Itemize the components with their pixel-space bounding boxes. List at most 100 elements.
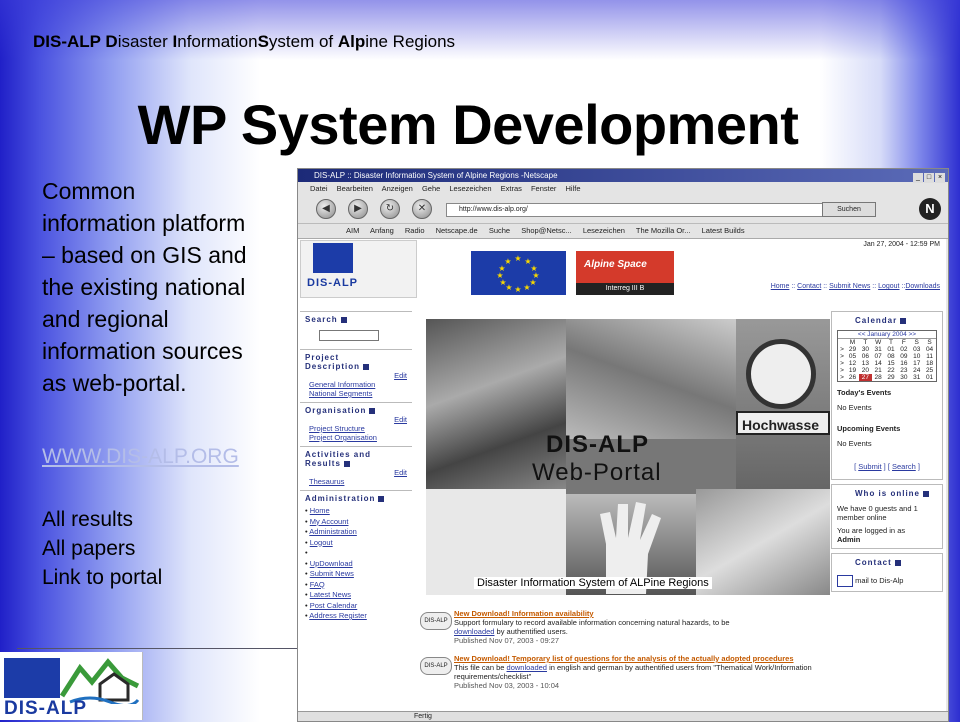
contact-text[interactable]: mail to Dis-Alp [855, 576, 903, 585]
back-icon[interactable]: ◀ [316, 199, 336, 219]
calendar-day[interactable]: 16 [897, 360, 910, 367]
bookmark-lesezeichen[interactable]: Lesezeichen [583, 226, 625, 235]
admin-link-latest-news[interactable]: Latest News [310, 590, 351, 599]
edit-link[interactable]: Edit [305, 415, 407, 424]
calendar-week-arrow[interactable]: > [838, 360, 846, 367]
calendar-day[interactable]: 07 [872, 353, 885, 360]
calendar-day[interactable]: 21 [872, 367, 885, 374]
bookmark-suche[interactable]: Suche [489, 226, 510, 235]
calendar-day[interactable]: 14 [872, 360, 885, 367]
calendar-day[interactable]: 01 [885, 346, 898, 353]
calendar-day[interactable]: 30 [897, 374, 910, 381]
menu-bearbeiten[interactable]: Bearbeiten [337, 184, 373, 193]
forward-icon[interactable]: ▶ [348, 199, 368, 219]
calendar-day[interactable]: 19 [846, 367, 859, 374]
link-national-segments[interactable]: National Segments [305, 389, 407, 398]
calendar-month-nav[interactable]: << January 2004 >> [838, 331, 936, 339]
url-field[interactable]: http://www.dis-alp.org/ [446, 203, 828, 217]
calendar-day[interactable]: 24 [910, 367, 923, 374]
bookmark-radio[interactable]: Radio [405, 226, 425, 235]
reload-icon[interactable]: ↻ [380, 199, 400, 219]
admin-link-faq[interactable]: FAQ [310, 580, 325, 589]
calendar-day[interactable]: 18 [923, 360, 936, 367]
calendar-day[interactable]: 11 [923, 353, 936, 360]
collapse-icon[interactable] [378, 495, 385, 502]
calendar-day[interactable]: 26 [846, 374, 859, 381]
calendar-week-arrow[interactable]: > [838, 346, 846, 353]
news-title[interactable]: New Download! Information availability [454, 609, 828, 618]
calendar-day[interactable]: 08 [885, 353, 898, 360]
bookmark-aim[interactable]: AIM [346, 226, 359, 235]
admin-link-submit-news[interactable]: Submit News [310, 569, 354, 578]
link-contact[interactable]: Contact [797, 283, 821, 290]
admin-link-logout[interactable]: Logout [310, 538, 333, 547]
calendar-search-link[interactable]: Search [892, 462, 916, 471]
menu-gehe[interactable]: Gehe [422, 184, 440, 193]
menu-lesezeichen[interactable]: Lesezeichen [449, 184, 491, 193]
link-project-structure[interactable]: Project Structure [305, 424, 407, 433]
news-download-link[interactable]: downloaded [507, 663, 547, 672]
admin-link-post-calendar[interactable]: Post Calendar [310, 601, 358, 610]
calendar-submit-link[interactable]: Submit [858, 462, 881, 471]
results-item[interactable]: All results [42, 505, 162, 534]
edit-link[interactable]: Edit [305, 468, 407, 477]
admin-link-address-register[interactable]: Address Register [309, 611, 367, 620]
menu-extras[interactable]: Extras [501, 184, 522, 193]
menu-fenster[interactable]: Fenster [531, 184, 556, 193]
collapse-icon[interactable] [900, 317, 907, 324]
menu-anzeigen[interactable]: Anzeigen [382, 184, 413, 193]
calendar-day[interactable]: 05 [846, 353, 859, 360]
bookmark-netscape-de[interactable]: Netscape.de [436, 226, 478, 235]
link-general-information[interactable]: General Information [305, 380, 407, 389]
calendar-day[interactable]: 22 [885, 367, 898, 374]
calendar-day[interactable]: 10 [910, 353, 923, 360]
news-title[interactable]: New Download! Temporary list of question… [454, 654, 828, 663]
calendar-day[interactable]: 31 [872, 346, 885, 353]
link-logout[interactable]: Logout [878, 283, 899, 290]
calendar-day[interactable]: 23 [897, 367, 910, 374]
calendar-day[interactable]: 12 [846, 360, 859, 367]
calendar-day[interactable]: 09 [897, 353, 910, 360]
bookmark-shop[interactable]: Shop@Netsc... [521, 226, 572, 235]
menu-datei[interactable]: Datei [310, 184, 328, 193]
collapse-icon[interactable] [343, 460, 350, 467]
mail-icon[interactable] [837, 575, 853, 587]
close-icon[interactable]: × [935, 173, 945, 183]
calendar-day[interactable]: 28 [872, 374, 885, 381]
papers-item[interactable]: All papers [42, 534, 162, 563]
calendar-day[interactable]: 03 [910, 346, 923, 353]
calendar-day[interactable]: 25 [923, 367, 936, 374]
calendar-day[interactable]: 31 [910, 374, 923, 381]
bookmark-mozilla[interactable]: The Mozilla Or... [636, 226, 691, 235]
calendar-day[interactable]: 04 [923, 346, 936, 353]
calendar-day[interactable]: 02 [897, 346, 910, 353]
bookmark-latest-builds[interactable]: Latest Builds [702, 226, 745, 235]
portal-item[interactable]: Link to portal [42, 563, 162, 592]
edit-link[interactable]: Edit [305, 371, 407, 380]
bookmark-anfang[interactable]: Anfang [370, 226, 394, 235]
collapse-icon[interactable] [923, 490, 929, 497]
link-downloads[interactable]: Downloads [905, 283, 940, 290]
collapse-icon[interactable] [363, 363, 370, 370]
calendar-week-arrow[interactable]: > [838, 374, 846, 381]
admin-link-my-account[interactable]: My Account [310, 517, 349, 526]
collapse-icon[interactable] [894, 559, 901, 566]
calendar-day[interactable]: 29 [885, 374, 898, 381]
link-project-organisation[interactable]: Project Organisation [305, 433, 407, 442]
news-download-link[interactable]: downloaded [454, 627, 494, 636]
link-thesaurus[interactable]: Thesaurus [305, 477, 407, 486]
calendar-day[interactable]: 20 [859, 367, 872, 374]
maximize-icon[interactable]: □ [924, 173, 934, 183]
site-logo[interactable]: DIS-ALP [300, 240, 417, 298]
collapse-icon[interactable] [369, 407, 376, 414]
collapse-icon[interactable] [340, 316, 347, 323]
menu-hilfe[interactable]: Hilfe [566, 184, 581, 193]
calendar-day[interactable]: 01 [923, 374, 936, 381]
calendar-day[interactable]: 30 [859, 346, 872, 353]
calendar-day[interactable]: 15 [885, 360, 898, 367]
admin-link-updownload[interactable]: UpDownload [310, 559, 353, 568]
site-search-input[interactable] [319, 330, 379, 341]
calendar-day[interactable]: 27 [858, 374, 872, 381]
calendar-week-arrow[interactable]: > [838, 353, 846, 360]
admin-link-home[interactable]: Home [310, 506, 330, 515]
